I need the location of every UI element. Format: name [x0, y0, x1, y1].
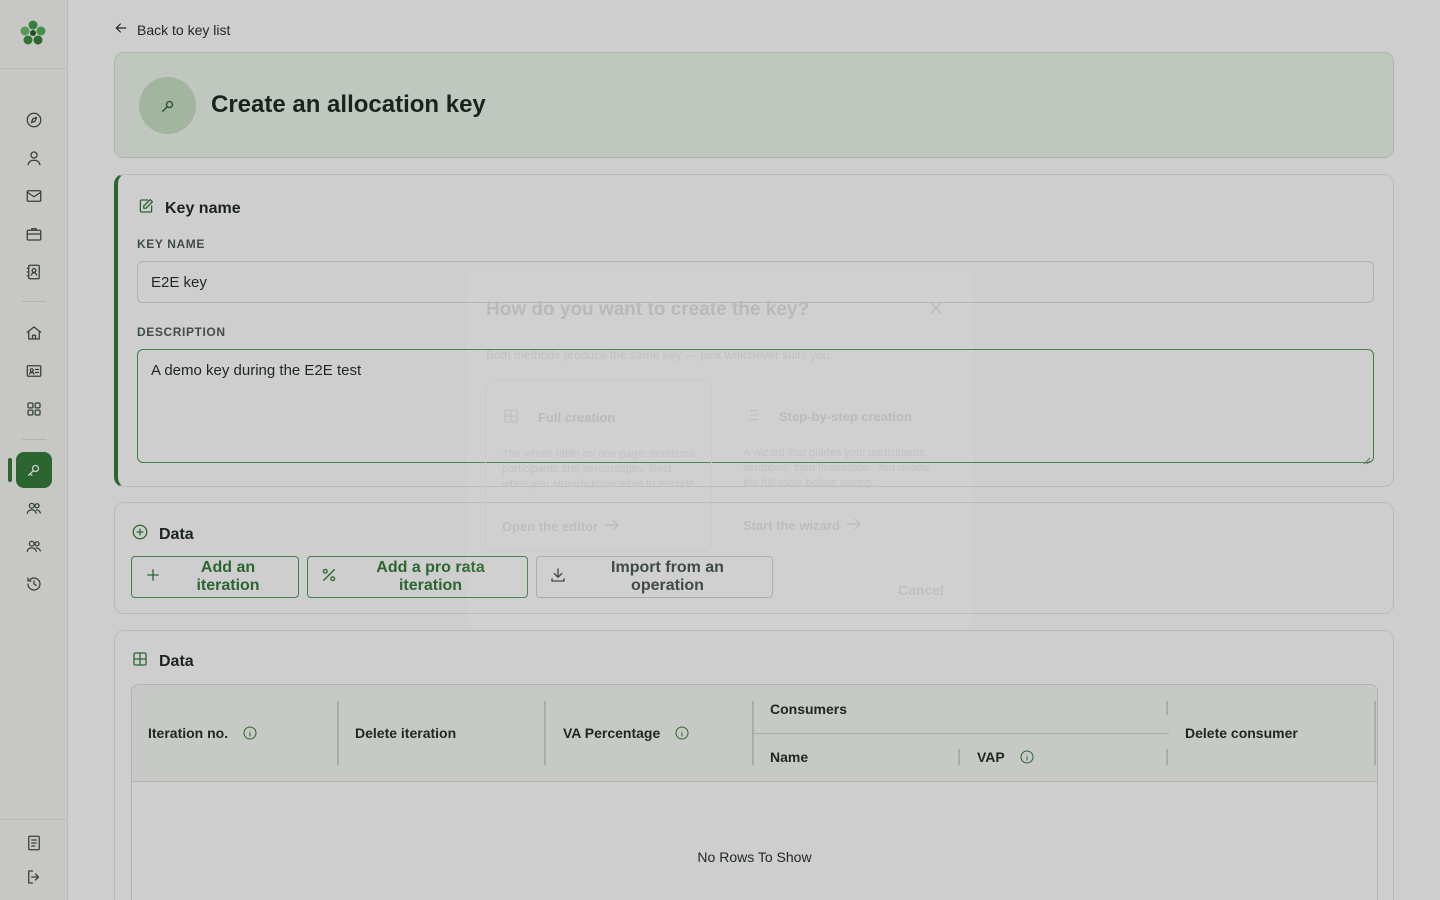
arrow-right-icon — [604, 519, 620, 534]
option-header: Full creation — [502, 407, 615, 428]
full-creation-option[interactable]: Full creation The whole table on one pag… — [485, 380, 712, 551]
list-icon — [743, 406, 761, 427]
option-title: Full creation — [538, 410, 616, 425]
option-description: A wizard that guides you: participants, … — [743, 447, 930, 489]
open-editor-link[interactable]: Open the editor — [502, 519, 620, 534]
create-key-method-dialog: How do you want to create the key? Both … — [466, 270, 974, 630]
close-icon[interactable] — [928, 300, 944, 316]
table-icon — [502, 407, 520, 428]
arrow-right-icon — [846, 518, 862, 533]
dialog-subtitle: Both methods produce the same key — pick… — [486, 348, 833, 362]
cancel-button[interactable]: Cancel — [898, 582, 944, 598]
option-link-label: Open the editor — [502, 519, 599, 534]
option-title: Step-by-step creation — [779, 409, 912, 424]
option-description: The whole table on one page: iterations,… — [502, 448, 698, 490]
dialog-title: How do you want to create the key? — [486, 299, 810, 320]
step-by-step-option[interactable]: Step-by-step creation A wizard that guid… — [727, 380, 954, 551]
start-wizard-link[interactable]: Start the wizard — [743, 518, 862, 533]
option-header: Step-by-step creation — [743, 406, 912, 427]
option-link-label: Start the wizard — [743, 518, 840, 533]
